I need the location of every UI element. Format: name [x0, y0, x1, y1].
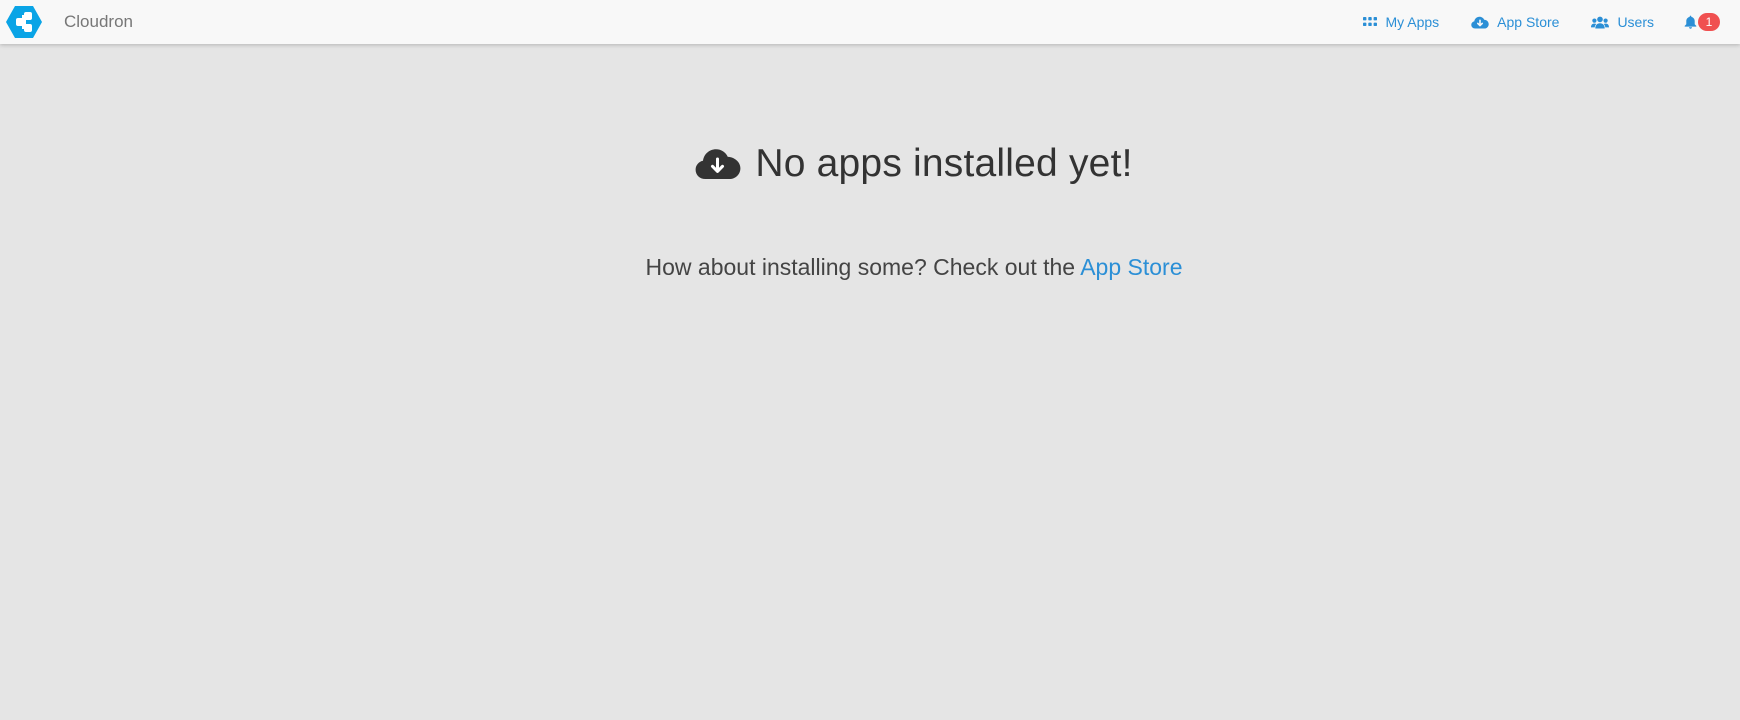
nav-users-label: Users: [1617, 14, 1654, 30]
nav-my-apps[interactable]: My Apps: [1363, 14, 1439, 30]
main-content: No apps installed yet! How about install…: [0, 44, 1740, 720]
empty-state-title: No apps installed yet!: [755, 142, 1133, 185]
cloud-download-icon: [695, 149, 741, 179]
grid-icon: [1363, 17, 1378, 26]
nav-my-apps-label: My Apps: [1385, 14, 1440, 30]
top-navbar: Cloudron My Apps App Store Users 1: [0, 0, 1740, 44]
empty-state-heading: No apps installed yet!: [0, 142, 1740, 186]
empty-state-message-text: How about installing some? Check out the: [645, 254, 1076, 280]
bell-icon: [1684, 15, 1697, 29]
cloudron-logo-icon: [6, 6, 42, 38]
brand-name: Cloudron: [64, 12, 133, 31]
notification-count-badge: 1: [1698, 13, 1720, 31]
empty-state-message: How about installing some? Check out the…: [0, 254, 1740, 281]
nav-app-store[interactable]: App Store: [1471, 14, 1559, 30]
brand-link[interactable]: Cloudron: [6, 4, 133, 40]
users-icon: [1591, 16, 1610, 28]
nav-menu: My Apps App Store Users 1: [1331, 0, 1720, 44]
cloud-download-icon: [1471, 16, 1489, 28]
nav-users[interactable]: Users: [1591, 14, 1654, 30]
notifications-button[interactable]: 1: [1684, 13, 1720, 31]
nav-app-store-label: App Store: [1497, 14, 1560, 30]
app-store-link[interactable]: App Store: [1080, 254, 1182, 280]
